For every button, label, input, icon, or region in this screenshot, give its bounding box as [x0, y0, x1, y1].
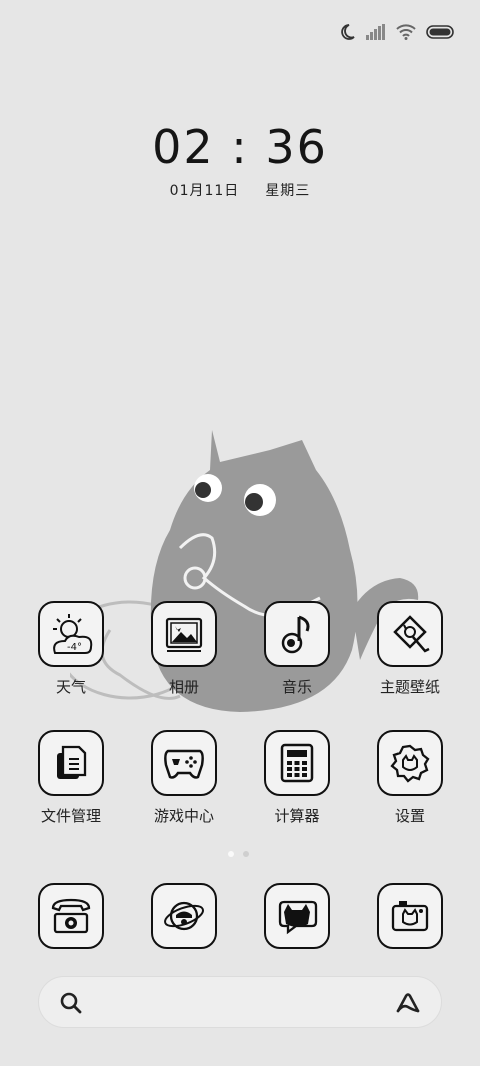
app-label: 相册: [168, 678, 199, 696]
calculator-icon-box: [264, 730, 330, 796]
search-input[interactable]: [99, 987, 383, 1019]
app-calculator[interactable]: 计算器: [242, 730, 352, 826]
search-icon[interactable]: [59, 991, 83, 1015]
page-indicator[interactable]: [228, 851, 249, 857]
app-themes[interactable]: 主题壁纸: [355, 601, 465, 697]
page-dot[interactable]: [243, 851, 249, 857]
app-label: 天气: [55, 678, 86, 696]
files-icon: [57, 745, 87, 779]
clock-date: 01月11日: [169, 183, 240, 199]
dock-browser[interactable]: [129, 883, 239, 949]
settings-icon: [390, 744, 430, 783]
gamepad-icon: [164, 749, 204, 779]
app-label: 文件管理: [40, 807, 101, 825]
clock-time[interactable]: 02 : 36: [0, 120, 480, 174]
app-files[interactable]: 文件管理: [16, 730, 126, 826]
dock-messages[interactable]: [242, 883, 352, 949]
app-music[interactable]: 音乐: [242, 601, 352, 697]
themes-icon-box: [377, 601, 443, 667]
files-icon-box: [38, 730, 104, 796]
messages-icon: [278, 900, 318, 935]
settings-icon-box: [377, 730, 443, 796]
weather-icon: -4°: [53, 614, 93, 654]
camera-icon: [391, 901, 429, 932]
page-dot-active[interactable]: [228, 851, 234, 857]
music-icon-box: [264, 601, 330, 667]
dock-camera[interactable]: [355, 883, 465, 949]
assistant-icon[interactable]: [395, 991, 421, 1015]
search-bar[interactable]: [38, 976, 442, 1028]
dock-phone[interactable]: [16, 883, 126, 949]
phone-icon-box: [38, 883, 104, 949]
app-label: 计算器: [274, 807, 320, 825]
gallery-icon: [165, 617, 203, 652]
app-gamecenter[interactable]: 游戏中心: [129, 730, 239, 826]
app-label: 游戏中心: [153, 807, 214, 825]
browser-icon-box: [151, 883, 217, 949]
weather-temp: -4°: [67, 642, 82, 653]
app-label: 设置: [394, 807, 425, 825]
camera-icon-box: [377, 883, 443, 949]
app-weather[interactable]: -4° 天气: [16, 601, 126, 697]
phone-icon: [51, 898, 91, 934]
app-settings[interactable]: 设置: [355, 730, 465, 826]
messages-icon-box: [264, 883, 330, 949]
clock-date-row: 01月11日 星期三: [0, 180, 480, 200]
battery-icon: [426, 25, 454, 39]
clock-weekday: 星期三: [265, 183, 311, 199]
app-label: 主题壁纸: [379, 678, 440, 696]
weather-icon-box: -4°: [38, 601, 104, 667]
calculator-icon: [280, 743, 314, 783]
signal-icon: [366, 24, 385, 40]
gallery-icon-box: [151, 601, 217, 667]
wifi-icon: [396, 24, 416, 40]
gamepad-icon-box: [151, 730, 217, 796]
themes-icon: [393, 615, 430, 653]
app-gallery[interactable]: 相册: [129, 601, 239, 697]
browser-icon: [164, 901, 204, 931]
status-bar: [338, 20, 454, 44]
app-label: 音乐: [281, 678, 312, 696]
music-icon: [281, 615, 310, 654]
moon-icon: [341, 24, 355, 40]
